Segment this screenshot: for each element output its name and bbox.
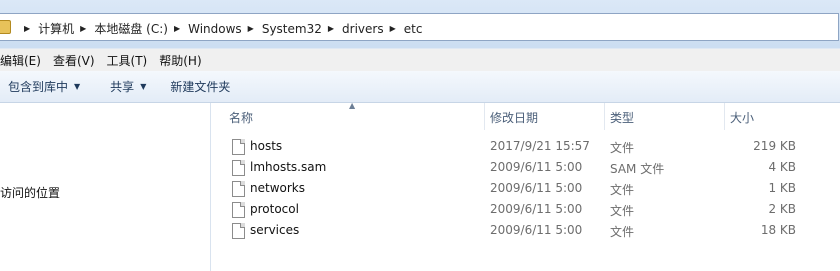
list-item[interactable]: hosts 2017/9/21 15:57 文件 219 KB [211,137,840,158]
sort-ascending-icon: ▲ [349,101,356,110]
file-type: SAM 文件 [610,162,665,176]
new-folder-button[interactable]: 新建文件夹 [170,78,230,95]
menu-edit[interactable]: 编辑(E) [0,52,47,69]
file-icon [232,223,245,239]
dropdown-arrow-icon: ▼ [140,82,147,91]
chevron-right-icon[interactable]: ▶ [174,24,180,33]
file-name: networks [250,181,305,195]
navigation-pane: 访问的位置 [0,103,211,271]
file-size: 18 KB [760,223,796,237]
list-item[interactable]: lmhosts.sam 2009/6/11 5:00 SAM 文件 4 KB [211,158,840,179]
file-date: 2009/6/11 5:00 [490,160,583,174]
breadcrumb-drivers[interactable]: drivers [342,22,384,36]
chevron-right-icon[interactable]: ▶ [390,24,396,33]
column-size[interactable]: 大小 [730,109,754,126]
chevron-right-icon[interactable]: ▶ [80,24,86,33]
menu-tools[interactable]: 工具(T) [101,52,154,69]
dropdown-arrow-icon: ▼ [74,82,81,91]
file-type: 文件 [610,183,635,197]
file-type: 文件 [610,141,635,155]
list-item[interactable]: networks 2009/6/11 5:00 文件 1 KB [211,179,840,200]
file-icon [232,139,245,155]
chevron-right-icon[interactable]: ▶ [328,24,334,33]
menu-help[interactable]: 帮助(H) [153,52,207,69]
new-folder-label: 新建文件夹 [170,80,231,94]
breadcrumb: ▶ 计算机 ▶ 本地磁盘 (C:) ▶ Windows ▶ System32 ▶… [18,20,422,37]
file-size: 219 KB [753,139,796,153]
file-date: 2009/6/11 5:00 [490,202,583,216]
breadcrumb-system32[interactable]: System32 [262,22,322,36]
column-date[interactable]: 修改日期 [490,109,538,126]
file-name: lmhosts.sam [250,160,327,174]
file-type: 文件 [610,204,635,218]
address-bar[interactable]: ▶ 计算机 ▶ 本地磁盘 (C:) ▶ Windows ▶ System32 ▶… [0,13,839,41]
column-name[interactable]: 名称 [229,109,253,126]
command-toolbar: 包含到库中 ▼ 共享 ▼ 新建文件夹 [0,71,840,103]
nav-item-recent-places[interactable]: 访问的位置 [0,184,60,201]
column-divider[interactable] [604,103,605,130]
list-item[interactable]: services 2009/6/11 5:00 文件 18 KB [211,221,840,242]
file-icon [232,202,245,218]
file-size: 2 KB [768,202,796,216]
breadcrumb-computer[interactable]: 计算机 [38,20,74,37]
file-name: protocol [250,202,299,216]
share-label: 共享 [110,80,135,94]
file-size: 4 KB [768,160,796,174]
list-item[interactable]: protocol 2009/6/11 5:00 文件 2 KB [211,200,840,221]
menu-bar: 编辑(E) 查看(V) 工具(T) 帮助(H) [0,48,840,71]
file-date: 2009/6/11 5:00 [490,181,583,195]
chevron-right-icon[interactable]: ▶ [24,24,30,33]
file-date: 2009/6/11 5:00 [490,223,583,237]
include-in-library-button[interactable]: 包含到库中 ▼ [8,78,80,95]
menu-view[interactable]: 查看(V) [47,52,101,69]
file-icon [232,160,245,176]
column-type[interactable]: 类型 [610,109,634,126]
folder-icon [0,20,11,34]
file-name: hosts [250,139,283,153]
file-size: 1 KB [768,181,796,195]
breadcrumb-windows[interactable]: Windows [188,22,242,36]
file-date: 2017/9/21 15:57 [490,139,590,153]
column-header: ▲ 名称 修改日期 类型 大小 [211,101,840,130]
breadcrumb-etc[interactable]: etc [404,22,423,36]
chevron-right-icon[interactable]: ▶ [248,24,254,33]
file-name: services [250,223,300,237]
column-divider[interactable] [724,103,725,130]
file-type: 文件 [610,225,635,239]
breadcrumb-local-disk[interactable]: 本地磁盘 (C:) [94,20,168,37]
file-icon [232,181,245,197]
share-button[interactable]: 共享 ▼ [110,78,146,95]
file-list: ▲ 名称 修改日期 类型 大小 hosts 2017/9/21 15:57 文件… [211,101,840,271]
column-divider[interactable] [484,103,485,130]
include-in-library-label: 包含到库中 [8,80,69,94]
